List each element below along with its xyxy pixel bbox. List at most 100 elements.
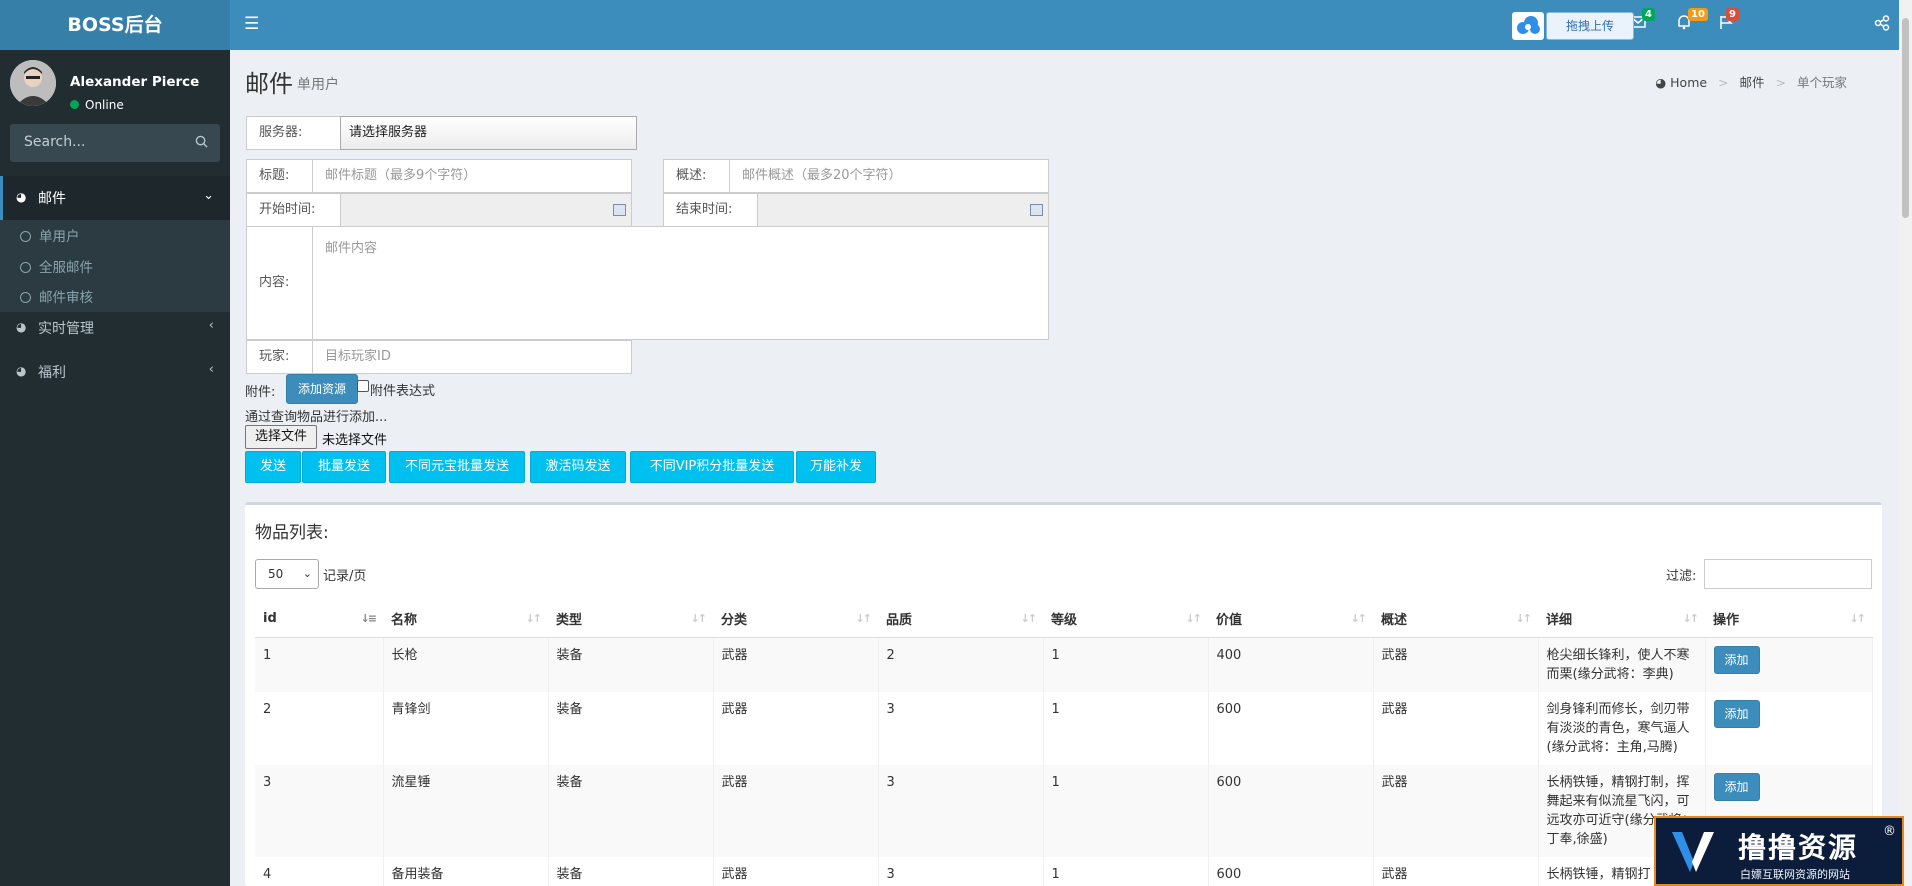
activation-code-send-button[interactable]: 激活码发送 <box>530 451 626 483</box>
col-header-name[interactable]: 名称 ↓↑ <box>383 601 548 638</box>
chevron-left-icon: ‹ <box>208 362 214 377</box>
share-icon[interactable] <box>1874 15 1890 35</box>
page-scrollbar[interactable] <box>1899 0 1912 886</box>
col-header-quality[interactable]: 品质 ↓↑ <box>878 601 1043 638</box>
mail-content-textarea[interactable]: 邮件内容 <box>312 226 1049 340</box>
end-time-input[interactable] <box>757 193 1049 227</box>
sidebar-toggle-icon[interactable]: ☰ <box>244 14 259 34</box>
items-table: id ↓≡ 名称 ↓↑ 类型 ↓↑ 分类 ↓↑ 品质 ↓↑ 等级 ↓↑ 价值 ↓↑ 概述 ↓↑ … <box>255 601 1873 886</box>
watermark-subtitle: 白嫖互联网资源的网站 <box>1740 868 1850 881</box>
table-row: 2 青锋剑 装备 武器 3 1 600 武器 剑身锋利而修长，剑刃带有淡淡的青色… <box>255 691 1873 765</box>
sidebar-subitem-server-mail[interactable]: 全服邮件 <box>20 256 93 276</box>
scrollbar-thumb[interactable] <box>1902 18 1909 218</box>
choose-file-button[interactable]: 选择文件 <box>245 425 317 449</box>
cell-value: 600 <box>1208 691 1374 765</box>
cell-summary: 武器 <box>1373 764 1539 857</box>
subitem-label: 邮件审核 <box>39 290 93 306</box>
cell-id: 4 <box>255 856 384 886</box>
cell-type: 装备 <box>548 691 714 765</box>
sidebar-subitem-single-user[interactable]: 单用户 <box>20 225 80 245</box>
cell-id: 1 <box>255 637 384 692</box>
col-header-type[interactable]: 类型 ↓↑ <box>548 601 713 638</box>
col-header-detail[interactable]: 详细 ↓↑ <box>1538 601 1705 638</box>
cell-value: 400 <box>1208 637 1374 692</box>
sidebar-subitem-mail-review[interactable]: 邮件审核 <box>20 286 93 306</box>
breadcrumb: ◕ Home > 邮件 > 单个玩家 <box>1655 72 1847 91</box>
sort-asc-icon: ↓≡ <box>360 612 378 625</box>
mail-summary-input[interactable]: 邮件概述（最多20个字符） <box>729 159 1049 193</box>
add-resource-button[interactable]: 添加资源 <box>286 374 358 404</box>
col-header-value[interactable]: 价值 ↓↑ <box>1208 601 1373 638</box>
col-header-label: 名称 <box>391 613 418 629</box>
universal-reissue-button[interactable]: 万能补发 <box>796 451 876 483</box>
registered-mark: ® <box>1883 824 1896 839</box>
chevron-left-icon: ‹ <box>208 318 214 333</box>
app-logo[interactable]: BOSS后台 <box>0 0 230 50</box>
attachment-expression-label: 附件表达式 <box>370 384 436 399</box>
col-header-summary[interactable]: 概述 ↓↑ <box>1373 601 1538 638</box>
item-list-box: 物品列表: 50 ⌄ 记录/页 过滤: id ↓≡ 名称 ↓↑ 类型 ↓↑ 分类 ↓↑ 品… <box>245 502 1882 886</box>
vip-points-batch-send-button[interactable]: 不同VIP积分批量发送 <box>630 451 794 483</box>
breadcrumb-mail[interactable]: 邮件 <box>1740 75 1765 90</box>
start-time-input[interactable] <box>340 193 632 227</box>
user-name: Alexander Pierce <box>70 74 200 90</box>
sidebar-item-realtime[interactable]: ◕ 实时管理 ‹ <box>0 306 230 350</box>
batch-send-button[interactable]: 批量发送 <box>302 451 386 483</box>
page-size-label: 记录/页 <box>323 569 367 584</box>
page-size-select[interactable]: 50 ⌄ <box>255 559 319 589</box>
col-header-label: 详细 <box>1546 613 1573 629</box>
col-header-label: 类型 <box>556 613 583 629</box>
breadcrumb-home[interactable]: Home <box>1670 75 1707 90</box>
add-item-button[interactable]: 添加 <box>1713 772 1760 801</box>
messages-badge: 4 <box>1642 8 1655 21</box>
tasks-flag-icon[interactable]: 9 <box>1718 8 1742 36</box>
col-header-label: 概述 <box>1381 613 1408 629</box>
cell-level: 1 <box>1043 637 1209 692</box>
notifications-badge: 10 <box>1688 8 1708 21</box>
server-select[interactable]: 请选择服务器 <box>340 116 637 150</box>
end-time-label: 结束时间: <box>663 193 758 227</box>
drag-upload-button[interactable]: 拖拽上传 <box>1546 12 1634 40</box>
sort-icon: ↓↑ <box>690 612 708 625</box>
cell-quality: 3 <box>878 856 1044 886</box>
sidebar-item-mail[interactable]: ◕ 邮件 ⌄ <box>0 176 230 220</box>
sort-icon: ↓↑ <box>1350 612 1368 625</box>
col-header-id[interactable]: id ↓≡ <box>255 601 383 638</box>
cell-level: 1 <box>1043 856 1209 886</box>
send-button[interactable]: 发送 <box>245 451 301 483</box>
item-list-title: 物品列表: <box>255 523 329 543</box>
start-time-label: 开始时间: <box>246 193 341 227</box>
yuanbao-batch-send-button[interactable]: 不同元宝批量发送 <box>389 451 525 483</box>
cloud-upload-logo-icon <box>1512 12 1544 40</box>
notifications-bell-icon[interactable]: 10 <box>1676 8 1708 36</box>
add-item-button[interactable]: 添加 <box>1713 645 1760 674</box>
sort-icon: ↓↑ <box>1515 612 1533 625</box>
add-item-button[interactable]: 添加 <box>1713 699 1760 728</box>
avatar <box>10 60 56 106</box>
col-header-label: 价值 <box>1216 613 1243 629</box>
calendar-icon[interactable] <box>613 204 626 216</box>
server-label: 服务器: <box>246 116 341 150</box>
col-header-category[interactable]: 分类 ↓↑ <box>713 601 878 638</box>
filter-label: 过滤: <box>1666 569 1697 584</box>
search-icon[interactable] <box>195 135 208 152</box>
player-id-input[interactable]: 目标玩家ID <box>312 340 632 374</box>
col-header-action[interactable]: 操作 ↓↑ <box>1705 601 1872 638</box>
filter-input[interactable] <box>1704 559 1872 589</box>
col-header-level[interactable]: 等级 ↓↑ <box>1043 601 1208 638</box>
user-status: Online <box>70 98 124 112</box>
mail-submenu: 单用户 全服邮件 邮件审核 <box>0 220 230 312</box>
sidebar-item-label: 福利 <box>38 365 66 381</box>
sidebar: Alexander Pierce Online Search... ◕ 邮件 ⌄… <box>0 50 230 886</box>
breadcrumb-separator: > <box>1775 75 1786 90</box>
attachment-expression-checkbox[interactable] <box>357 380 369 392</box>
cell-value: 600 <box>1208 856 1374 886</box>
pie-chart-icon: ◕ <box>16 320 27 334</box>
calendar-icon[interactable] <box>1030 204 1043 216</box>
sidebar-item-welfare[interactable]: ◕ 福利 ‹ <box>0 350 230 394</box>
mail-title-input[interactable]: 邮件标题（最多9个字符） <box>312 159 632 193</box>
top-navbar: ☰ 4 10 9 <box>230 0 1899 50</box>
sidebar-search-input[interactable]: Search... <box>10 124 220 162</box>
subitem-label: 全服邮件 <box>39 260 93 276</box>
circle-icon <box>20 292 31 303</box>
